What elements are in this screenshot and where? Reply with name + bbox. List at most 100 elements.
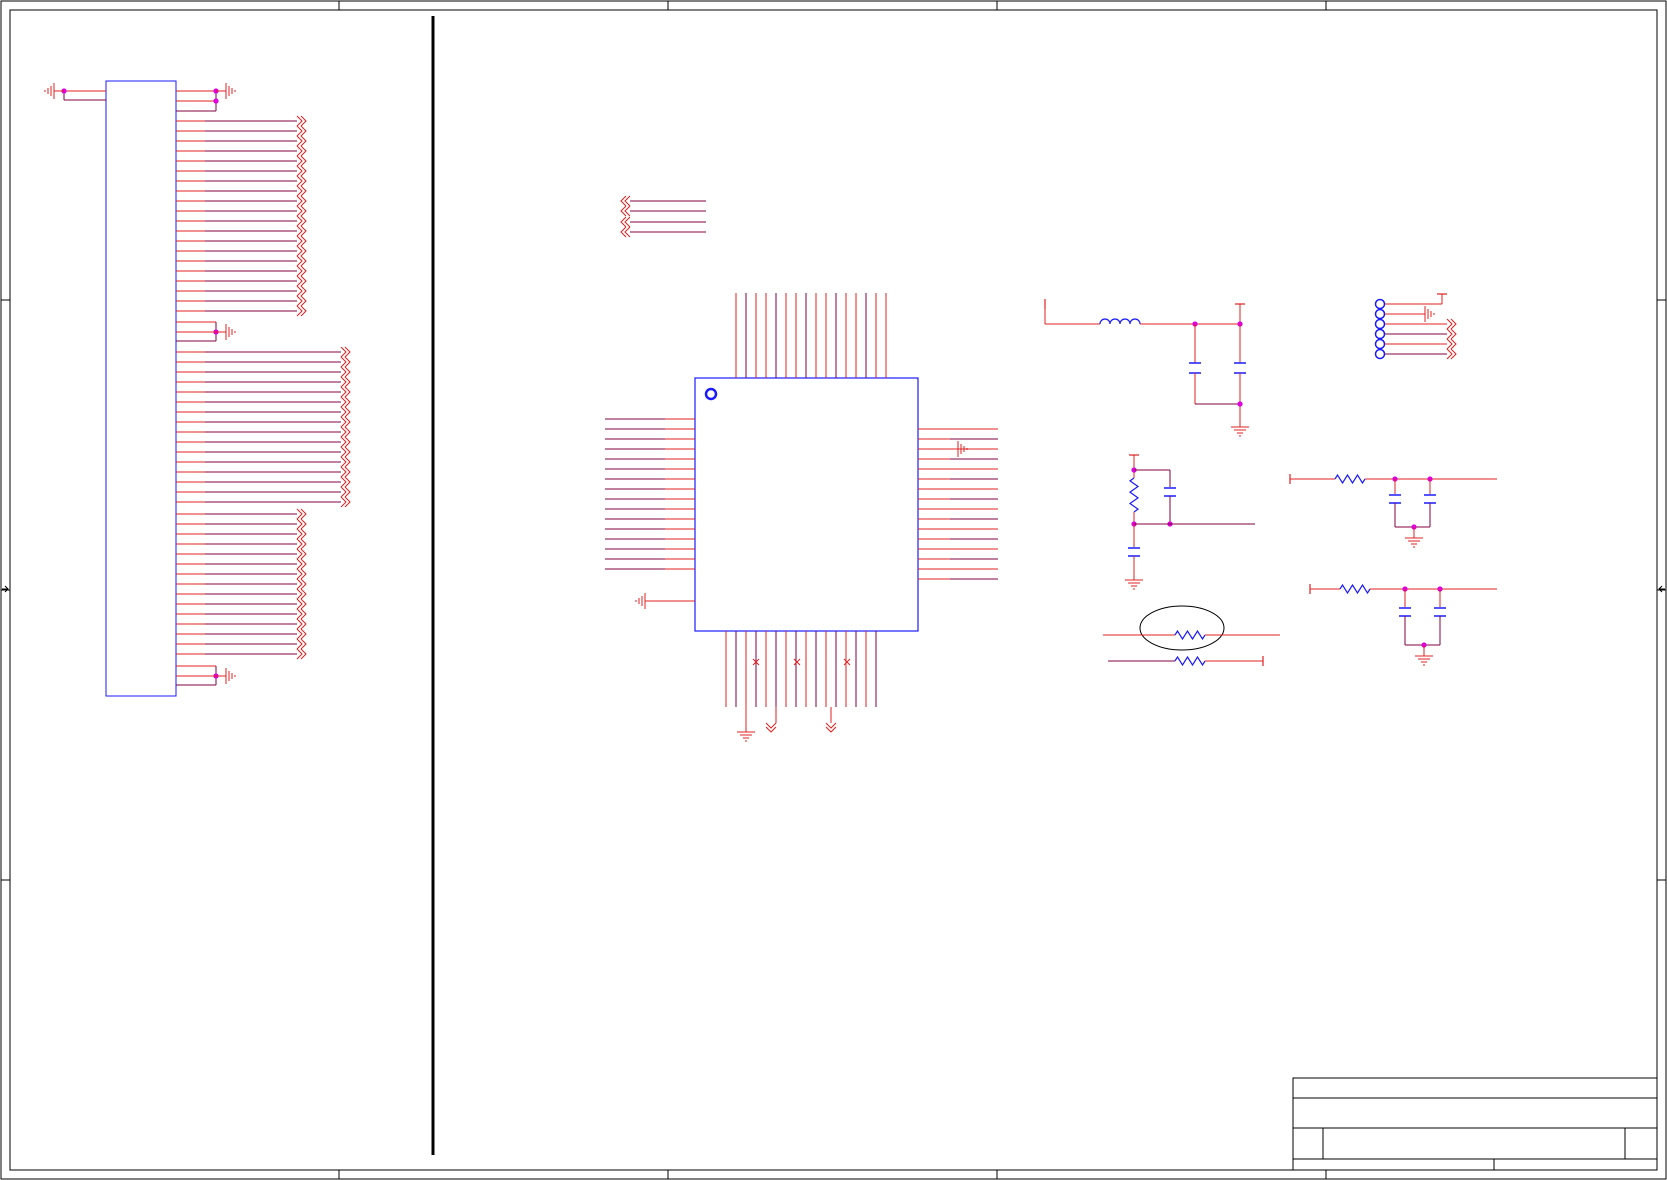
offpage-connector-icon <box>340 386 351 398</box>
offpage-connector-icon <box>620 195 631 207</box>
header-pin <box>1374 328 1386 340</box>
offpage-connector-icon <box>296 115 307 127</box>
offpage-connector-icon <box>620 216 631 228</box>
offpage-connector-icon <box>296 225 307 237</box>
pin1-marker <box>704 387 718 401</box>
offpage-connector-icon <box>296 275 307 287</box>
offpage-connector-icon <box>296 135 307 147</box>
offpage-connector-icon <box>296 165 307 177</box>
offpage-connector-icon <box>340 476 351 488</box>
resistor <box>1334 473 1366 485</box>
rc-filter-1 <box>1289 473 1497 548</box>
capacitor <box>1399 607 1411 617</box>
capacitor <box>1128 547 1140 557</box>
header-pin <box>1374 308 1386 320</box>
offpage-connector-icon <box>340 406 351 418</box>
offpage-connector-icon <box>296 578 307 590</box>
chassis-ground-icon <box>225 324 236 340</box>
connector-body <box>105 80 177 697</box>
pin-header <box>1374 293 1457 360</box>
offpage-connector-icon <box>340 396 351 408</box>
offpage-connector-icon <box>1446 348 1457 360</box>
offpage-connector-icon <box>765 722 777 733</box>
capacitor <box>1189 362 1201 374</box>
inner-border <box>9 9 1658 1171</box>
offpage-connector-icon <box>296 145 307 157</box>
capacitor <box>1424 494 1436 504</box>
offpage-connector-icon <box>296 648 307 660</box>
offpage-connector-icon <box>296 185 307 197</box>
offpage-connector-icon <box>340 426 351 438</box>
offpage-connector-icon <box>340 496 351 508</box>
offpage-connector-icon <box>296 175 307 187</box>
chassis-ground-icon <box>635 593 646 609</box>
resistor <box>1174 629 1206 641</box>
offpage-connector-icon <box>825 722 837 733</box>
offpage-connector-icon <box>620 226 631 238</box>
offpage-connector-icon <box>296 598 307 610</box>
ground-icon <box>737 731 755 742</box>
series-resistors <box>1103 605 1280 667</box>
offpage-connector-icon <box>340 346 351 358</box>
offpage-connector-icon <box>296 588 307 600</box>
net-labels-top <box>620 195 706 238</box>
capacitor <box>1164 487 1176 497</box>
chassis-ground-icon <box>225 668 236 684</box>
offpage-connector-icon <box>296 568 307 580</box>
offpage-connector-icon <box>296 155 307 167</box>
offpage-connector-icon <box>1446 338 1457 350</box>
offpage-connector-icon <box>1446 328 1457 340</box>
chassis-ground-icon <box>225 83 236 99</box>
offpage-connector-icon <box>296 205 307 217</box>
offpage-connector-icon <box>296 255 307 267</box>
offpage-connector-icon <box>340 486 351 498</box>
header-pin <box>1374 318 1386 330</box>
drawing-frame <box>0 0 1667 1180</box>
offpage-connector-icon <box>296 638 307 650</box>
ground-icon <box>1125 579 1143 590</box>
no-connect-icon <box>843 658 851 666</box>
offpage-connector-icon <box>296 628 307 640</box>
offpage-connector-icon <box>296 195 307 207</box>
mcu-U1 <box>605 293 998 742</box>
resistor <box>1174 655 1206 667</box>
offpage-connector-icon <box>296 608 307 620</box>
offpage-connector-icon <box>340 356 351 368</box>
offpage-connector-icon <box>296 265 307 277</box>
capacitor <box>1389 494 1401 504</box>
offpage-connector-icon <box>296 295 307 307</box>
offpage-connector-icon <box>296 235 307 247</box>
title-block-frame <box>1292 1077 1658 1171</box>
connector-J1 <box>44 80 351 697</box>
capacitor <box>1234 362 1246 374</box>
mcu-body <box>694 377 919 632</box>
resistor <box>1339 583 1371 595</box>
offpage-connector-icon <box>296 528 307 540</box>
offpage-connector-icon <box>296 215 307 227</box>
offpage-connector-icon <box>296 305 307 317</box>
schematic-canvas <box>0 0 1667 1180</box>
junction-dot <box>213 98 219 104</box>
offpage-connector-icon <box>296 518 307 530</box>
chassis-ground-icon <box>1424 306 1435 322</box>
offpage-connector-icon <box>296 538 307 550</box>
ground-icon <box>1231 426 1249 437</box>
chassis-ground-icon <box>44 83 55 99</box>
header-pin <box>1374 298 1386 310</box>
offpage-connector-icon <box>296 618 307 630</box>
rc-filter-2 <box>1309 583 1497 666</box>
offpage-connector-icon <box>296 558 307 570</box>
offpage-connector-icon <box>296 548 307 560</box>
header-pin <box>1374 348 1386 360</box>
resistor <box>1128 477 1140 513</box>
inductor <box>1099 318 1141 325</box>
offpage-connector-icon <box>1446 318 1457 330</box>
offpage-connector-icon <box>340 446 351 458</box>
lc-filter <box>1044 299 1249 437</box>
rc-reset <box>1125 454 1255 590</box>
ground-icon <box>1415 655 1433 666</box>
no-connect-icon <box>793 658 801 666</box>
offpage-connector-icon <box>340 436 351 448</box>
title-block <box>1292 1077 1658 1171</box>
offpage-connector-icon <box>340 366 351 378</box>
